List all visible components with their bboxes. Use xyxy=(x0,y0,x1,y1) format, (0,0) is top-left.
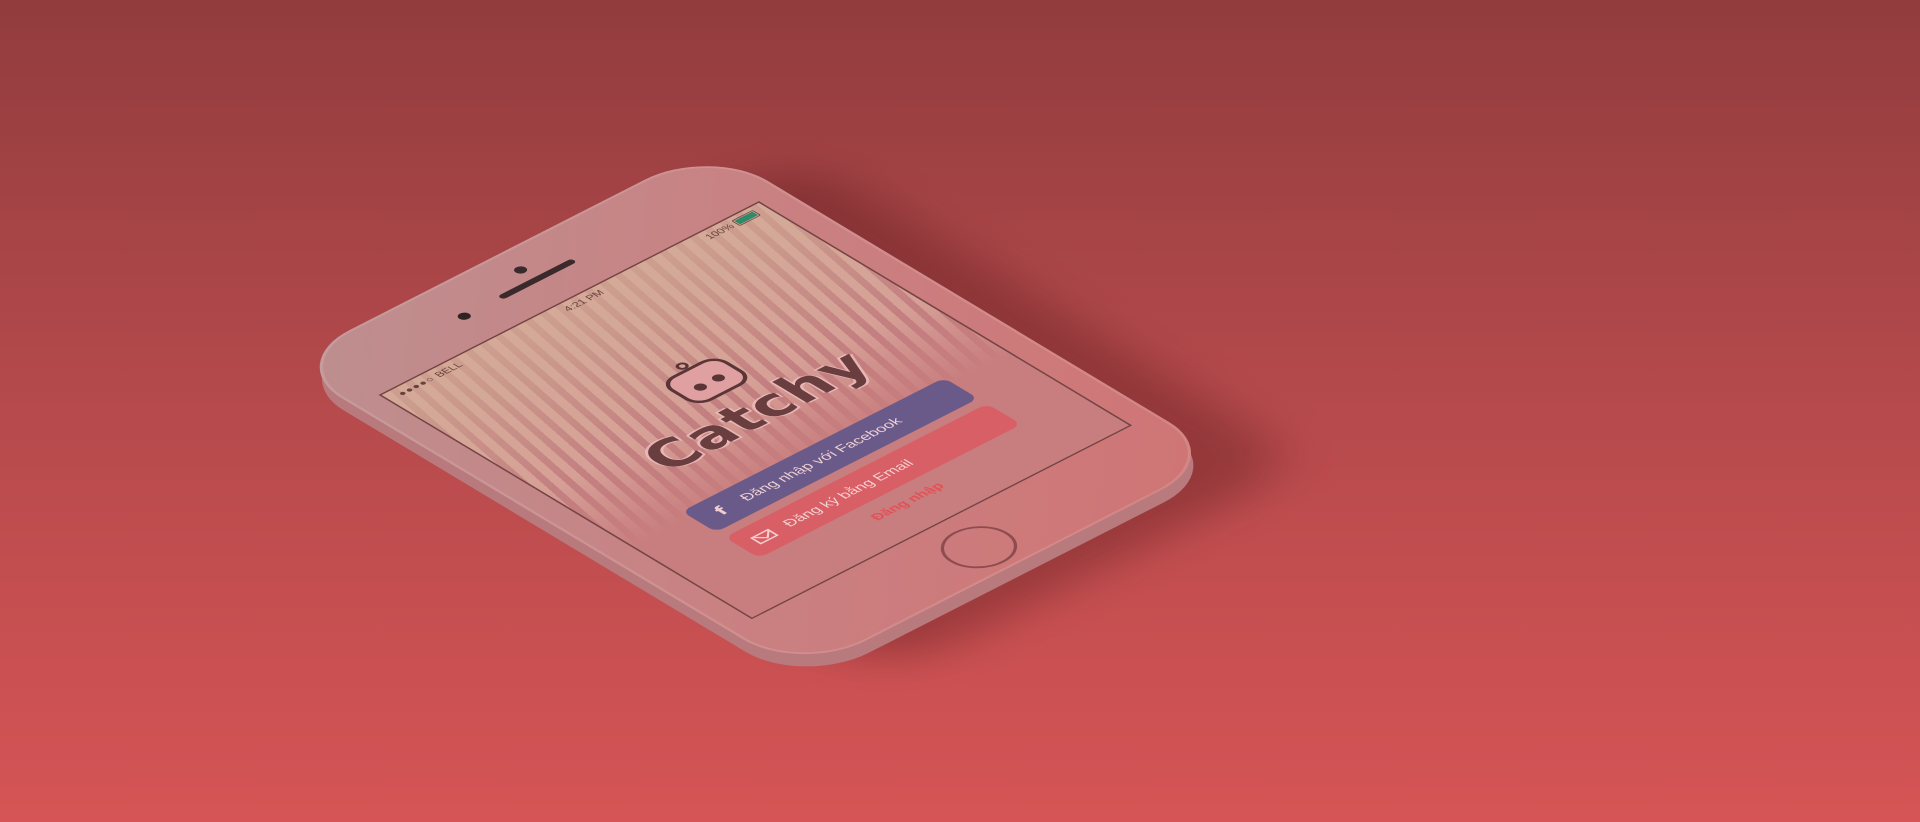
front-camera xyxy=(455,311,474,322)
facebook-icon: f xyxy=(708,503,734,518)
app-screen: ●●●●○ BELL 4:21 PM 100% Catchy f Đăng nh… xyxy=(378,201,1133,620)
mockup-stage: ●●●●○ BELL 4:21 PM 100% Catchy f Đăng nh… xyxy=(0,0,1920,822)
mail-icon xyxy=(749,528,779,545)
phone-body: ●●●●○ BELL 4:21 PM 100% Catchy f Đăng nh… xyxy=(283,146,1227,674)
mascot-eye-left xyxy=(691,382,710,393)
mascot-eye-right xyxy=(709,372,728,384)
earpiece-dot xyxy=(511,264,530,276)
earpiece-speaker xyxy=(497,258,577,300)
